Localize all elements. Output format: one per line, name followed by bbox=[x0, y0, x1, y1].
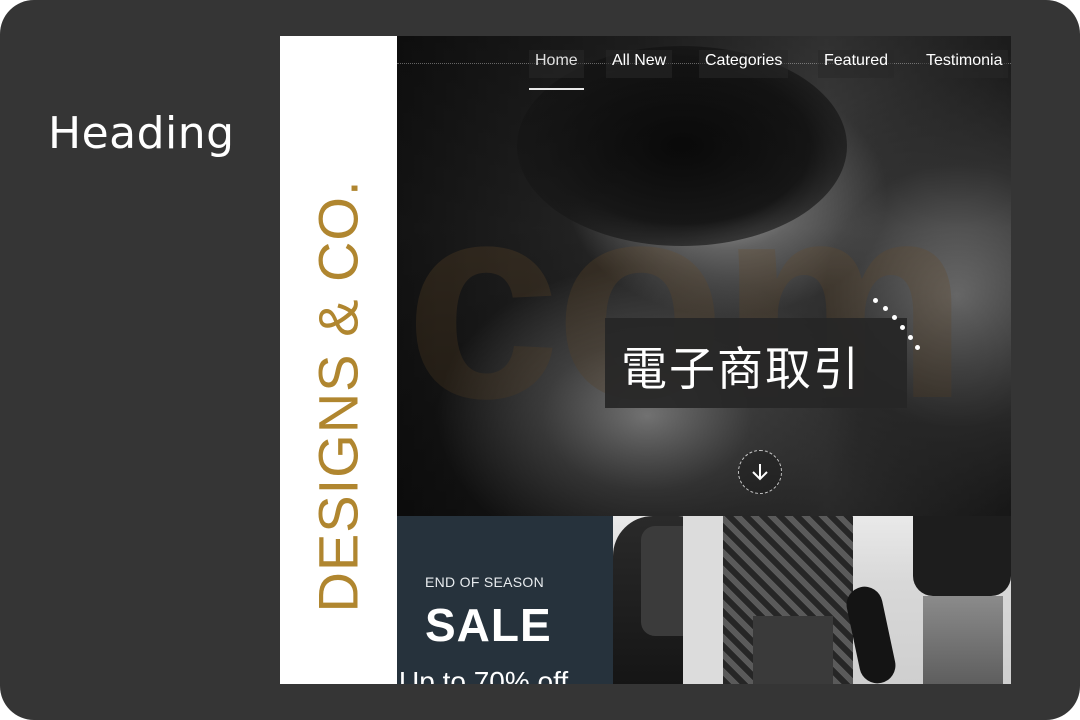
lifestyle-photo bbox=[613, 516, 1011, 684]
hero-section: com Home All New Categories Featured Tes… bbox=[397, 36, 1011, 516]
sale-subtitle: Up to 70% off bbox=[399, 666, 569, 684]
arrow-down-icon bbox=[752, 464, 768, 481]
website-preview: DESIGNS & CO. com Home All New Categorie… bbox=[280, 36, 1011, 684]
nav-item-all-new[interactable]: All New bbox=[606, 50, 673, 78]
sale-title: SALE bbox=[425, 599, 552, 651]
main-nav: Home All New Categories Featured Testimo… bbox=[397, 50, 1011, 90]
nav-item-home[interactable]: Home bbox=[529, 50, 584, 90]
nav-item-featured[interactable]: Featured bbox=[818, 50, 895, 78]
sale-eyebrow: END OF SEASON bbox=[425, 574, 545, 590]
scroll-down-button[interactable] bbox=[738, 450, 782, 494]
hero-title: 電子商取引 bbox=[621, 342, 861, 396]
side-heading: Heading bbox=[48, 108, 235, 159]
nav-item-testimonials[interactable]: Testimonia bbox=[920, 50, 1009, 78]
sale-promo[interactable]: END OF SEASON SALE Up to 70% off bbox=[397, 516, 613, 684]
hero-overlay bbox=[397, 36, 1011, 516]
brand-logo-text: DESIGNS & CO. bbox=[306, 179, 370, 613]
brand-strip: DESIGNS & CO. bbox=[280, 36, 397, 684]
hero-title-box: 電子商取引 bbox=[605, 318, 907, 408]
nav-item-categories[interactable]: Categories bbox=[699, 50, 789, 78]
app-frame: Heading DESIGNS & CO. com Home All New C… bbox=[0, 0, 1080, 720]
decorative-dots bbox=[871, 298, 931, 358]
